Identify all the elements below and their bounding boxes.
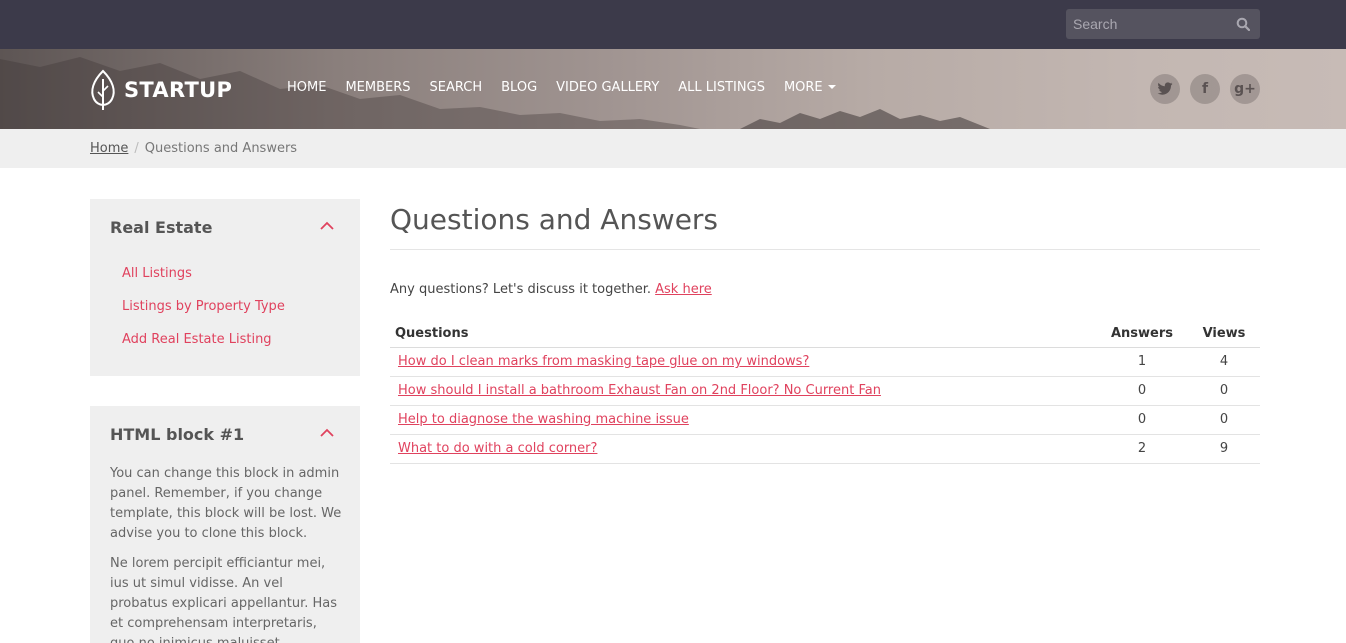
breadcrumb: Home / Questions and Answers — [90, 141, 297, 156]
caret-down-icon — [827, 85, 836, 89]
twitter-bird-icon — [1157, 82, 1173, 95]
sidebar-link-all-listings[interactable]: All Listings — [122, 266, 192, 281]
html-block-text-1: You can change this block in admin panel… — [110, 466, 342, 541]
google-plus-icon[interactable]: g+ — [1230, 74, 1260, 104]
column-header-views: Views — [1202, 326, 1246, 341]
nav-more-label: MORE — [783, 80, 823, 95]
real-estate-panel: Real Estate All Listings Listings by Pro… — [90, 199, 360, 376]
sidebar-link-add-listing[interactable]: Add Real Estate Listing — [122, 332, 272, 347]
questions-table: Questions Answers Views How do I clean m… — [390, 320, 1260, 464]
intro-text: Any questions? Let's discuss it together… — [390, 282, 712, 297]
search-box — [1066, 9, 1260, 39]
table-row: Help to diagnose the washing machine iss… — [390, 406, 1260, 435]
breadcrumb-current: Questions and Answers — [144, 141, 298, 156]
main-nav: HOME MEMBERS SEARCH BLOG VIDEO GALLERY A… — [287, 80, 855, 95]
question-link[interactable]: How do I clean marks from masking tape g… — [398, 354, 809, 369]
views-count: 9 — [1219, 441, 1229, 456]
table-row: How do I clean marks from masking tape g… — [390, 348, 1260, 377]
nav-blog[interactable]: BLOG — [501, 80, 537, 95]
logo-text: STARTUP — [124, 78, 233, 102]
nav-members[interactable]: MEMBERS — [345, 80, 410, 95]
magnifier-icon[interactable] — [1236, 17, 1250, 31]
column-header-answers: Answers — [1110, 326, 1174, 341]
twitter-icon[interactable] — [1150, 74, 1180, 104]
breadcrumb-home[interactable]: Home — [90, 141, 128, 156]
facebook-glyph: f — [1201, 81, 1209, 97]
intro-text-label: Any questions? Let's discuss it together… — [390, 282, 651, 297]
answers-count: 1 — [1137, 354, 1147, 369]
table-row: What to do with a cold corner? 2 9 — [390, 435, 1260, 464]
answers-count: 2 — [1137, 441, 1147, 456]
facebook-icon[interactable]: f — [1190, 74, 1220, 104]
html-block-panel: HTML block #1 You can change this block … — [90, 406, 360, 643]
nav-all-listings[interactable]: ALL LISTINGS — [678, 80, 765, 95]
nav-more[interactable]: MORE — [784, 80, 836, 95]
views-count: 4 — [1219, 354, 1229, 369]
views-count: 0 — [1219, 383, 1229, 398]
nav-search[interactable]: SEARCH — [430, 80, 483, 95]
answers-count: 0 — [1137, 383, 1147, 398]
table-header-row: Questions Answers Views — [390, 320, 1260, 348]
html-block-text-2: Ne lorem percipit efficiantur mei, ius u… — [110, 556, 338, 643]
search-input[interactable] — [1066, 9, 1230, 39]
leaf-icon — [91, 69, 115, 110]
html-block-title: HTML block #1 — [110, 425, 245, 444]
chevron-up-icon[interactable] — [320, 428, 334, 438]
views-count: 0 — [1219, 412, 1229, 427]
page-title: Questions and Answers — [390, 203, 719, 236]
answers-count: 0 — [1137, 412, 1147, 427]
site-header: STARTUP HOME MEMBERS SEARCH BLOG VIDEO G… — [0, 49, 1346, 129]
question-link[interactable]: Help to diagnose the washing machine iss… — [398, 412, 689, 427]
nav-video-gallery[interactable]: VIDEO GALLERY — [556, 80, 659, 95]
breadcrumb-bar: Home / Questions and Answers — [0, 129, 1346, 168]
column-header-questions: Questions — [395, 326, 469, 341]
sidebar-link-listings-by-type[interactable]: Listings by Property Type — [122, 299, 285, 314]
title-divider — [390, 249, 1260, 250]
top-bar — [0, 0, 1346, 49]
table-row: How should I install a bathroom Exhaust … — [390, 377, 1260, 406]
logo[interactable]: STARTUP — [89, 69, 232, 111]
question-link[interactable]: How should I install a bathroom Exhaust … — [398, 383, 881, 398]
real-estate-title: Real Estate — [110, 218, 213, 237]
chevron-up-icon[interactable] — [320, 221, 334, 231]
google-plus-glyph: g+ — [1234, 81, 1256, 97]
question-link[interactable]: What to do with a cold corner? — [398, 441, 597, 456]
ask-here-link[interactable]: Ask here — [655, 282, 712, 297]
nav-home[interactable]: HOME — [287, 80, 326, 95]
breadcrumb-separator: / — [134, 141, 139, 156]
